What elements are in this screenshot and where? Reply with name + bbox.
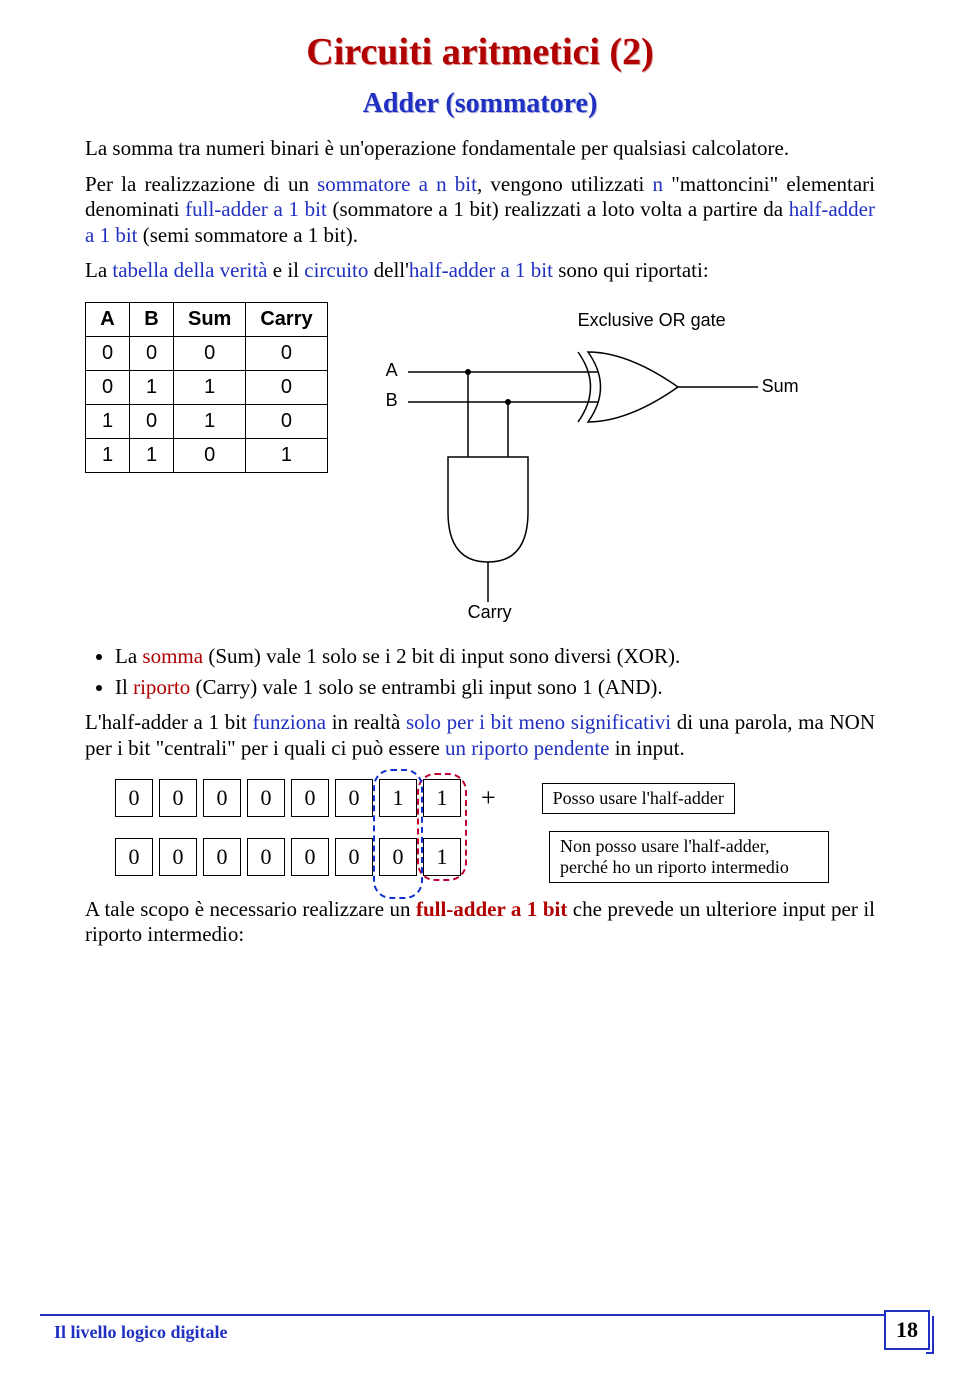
- bit-box: 0: [115, 779, 153, 817]
- label-a: A: [386, 360, 398, 381]
- bit-box: 0: [203, 779, 241, 817]
- table-row: 1010: [86, 405, 328, 439]
- term-somma: somma: [142, 644, 203, 668]
- bit-box: 0: [335, 779, 373, 817]
- text: dell': [368, 258, 409, 282]
- label-b: B: [386, 390, 398, 411]
- paragraph-sommatore: Per la realizzazione di un sommatore a n…: [85, 172, 875, 249]
- bit-box: 0: [159, 838, 197, 876]
- circuit-svg: [378, 302, 798, 622]
- footer-label: Il livello logico digitale: [54, 1322, 228, 1343]
- annotation-posso: Posso usare l'half-adder: [542, 783, 735, 814]
- bit-row-bottom: 0 0 0 0 0 0 0 1 Non posso usare l'half-a…: [115, 831, 875, 882]
- bit-row-top: 0 0 0 0 0 0 1 1 + Posso usare l'half-add…: [115, 779, 875, 817]
- bit-box: 0: [203, 838, 241, 876]
- table-row: 1101: [86, 439, 328, 473]
- term-riporto: riporto: [133, 675, 190, 699]
- term-n: n: [653, 172, 664, 196]
- dashed-highlight-blue: [373, 769, 423, 899]
- bit-box: 0: [159, 779, 197, 817]
- text: , vengono utilizzati: [477, 172, 653, 196]
- page-number: 18: [884, 1310, 930, 1350]
- term-full-adder-1bit: full-adder a 1 bit: [416, 897, 567, 921]
- term-circuito: circuito: [304, 258, 368, 282]
- text: e il: [268, 258, 305, 282]
- list-item: Il riporto (Carry) vale 1 solo se entram…: [115, 675, 875, 700]
- page-title: Circuiti aritmetici (2): [85, 30, 875, 74]
- th-b: B: [130, 303, 174, 337]
- figure-row: A B Sum Carry 0000 0110 1010 1101: [85, 302, 875, 622]
- term-sommatore-n-bit: sommatore a n bit: [317, 172, 477, 196]
- text: La: [85, 258, 112, 282]
- bit-example: 0 0 0 0 0 0 1 1 + Posso usare l'half-add…: [115, 779, 875, 882]
- text: (semi sommatore a 1 bit).: [138, 223, 358, 247]
- table-row: 0000: [86, 337, 328, 371]
- paragraph-full-adder: A tale scopo è necessario realizzare un …: [85, 897, 875, 948]
- annotation-non-posso: Non posso usare l'half-adder, perché ho …: [549, 831, 829, 882]
- bit-box: 0: [335, 838, 373, 876]
- dashed-highlight-red: [417, 773, 467, 881]
- term-riporto-pendente: un riporto pendente: [445, 736, 609, 760]
- page-subtitle: Adder (sommatore): [85, 88, 875, 120]
- plus-sign: +: [481, 783, 496, 813]
- bit-box: 0: [247, 779, 285, 817]
- term-half-adder-1bit: half-adder a 1 bit: [409, 258, 553, 282]
- term-funziona: funziona: [253, 710, 326, 734]
- text: (sommatore a 1 bit) realizzati a loto vo…: [327, 197, 789, 221]
- text: Per la realizzazione di un: [85, 172, 317, 196]
- label-sum: Sum: [762, 376, 799, 397]
- paragraph-funziona: L'half-adder a 1 bit funziona in realtà …: [85, 710, 875, 761]
- term-meno-significativi: solo per i bit meno significativi: [406, 710, 671, 734]
- text: sono qui riportati:: [553, 258, 709, 282]
- term-full-adder: full-adder a 1 bit: [185, 197, 327, 221]
- th-sum: Sum: [174, 303, 246, 337]
- table-row: 0110: [86, 371, 328, 405]
- bit-box: 0: [291, 838, 329, 876]
- th-a: A: [86, 303, 130, 337]
- th-carry: Carry: [246, 303, 327, 337]
- label-carry: Carry: [468, 602, 512, 623]
- bit-box: 0: [291, 779, 329, 817]
- page-footer: Il livello logico digitale 18: [40, 1314, 930, 1358]
- term-tabella-verita: tabella della verità: [112, 258, 267, 282]
- truth-table: A B Sum Carry 0000 0110 1010 1101: [85, 302, 328, 473]
- bullet-list: La somma (Sum) vale 1 solo se i 2 bit di…: [115, 644, 875, 700]
- paragraph-tabella: La tabella della verità e il circuito de…: [85, 258, 875, 284]
- paragraph-intro: La somma tra numeri binari è un'operazio…: [85, 136, 875, 162]
- list-item: La somma (Sum) vale 1 solo se i 2 bit di…: [115, 644, 875, 669]
- half-adder-circuit: Exclusive OR gate A B Sum Carry: [378, 302, 798, 622]
- bit-box: 0: [247, 838, 285, 876]
- label-xor-gate: Exclusive OR gate: [578, 310, 726, 331]
- bit-box: 0: [115, 838, 153, 876]
